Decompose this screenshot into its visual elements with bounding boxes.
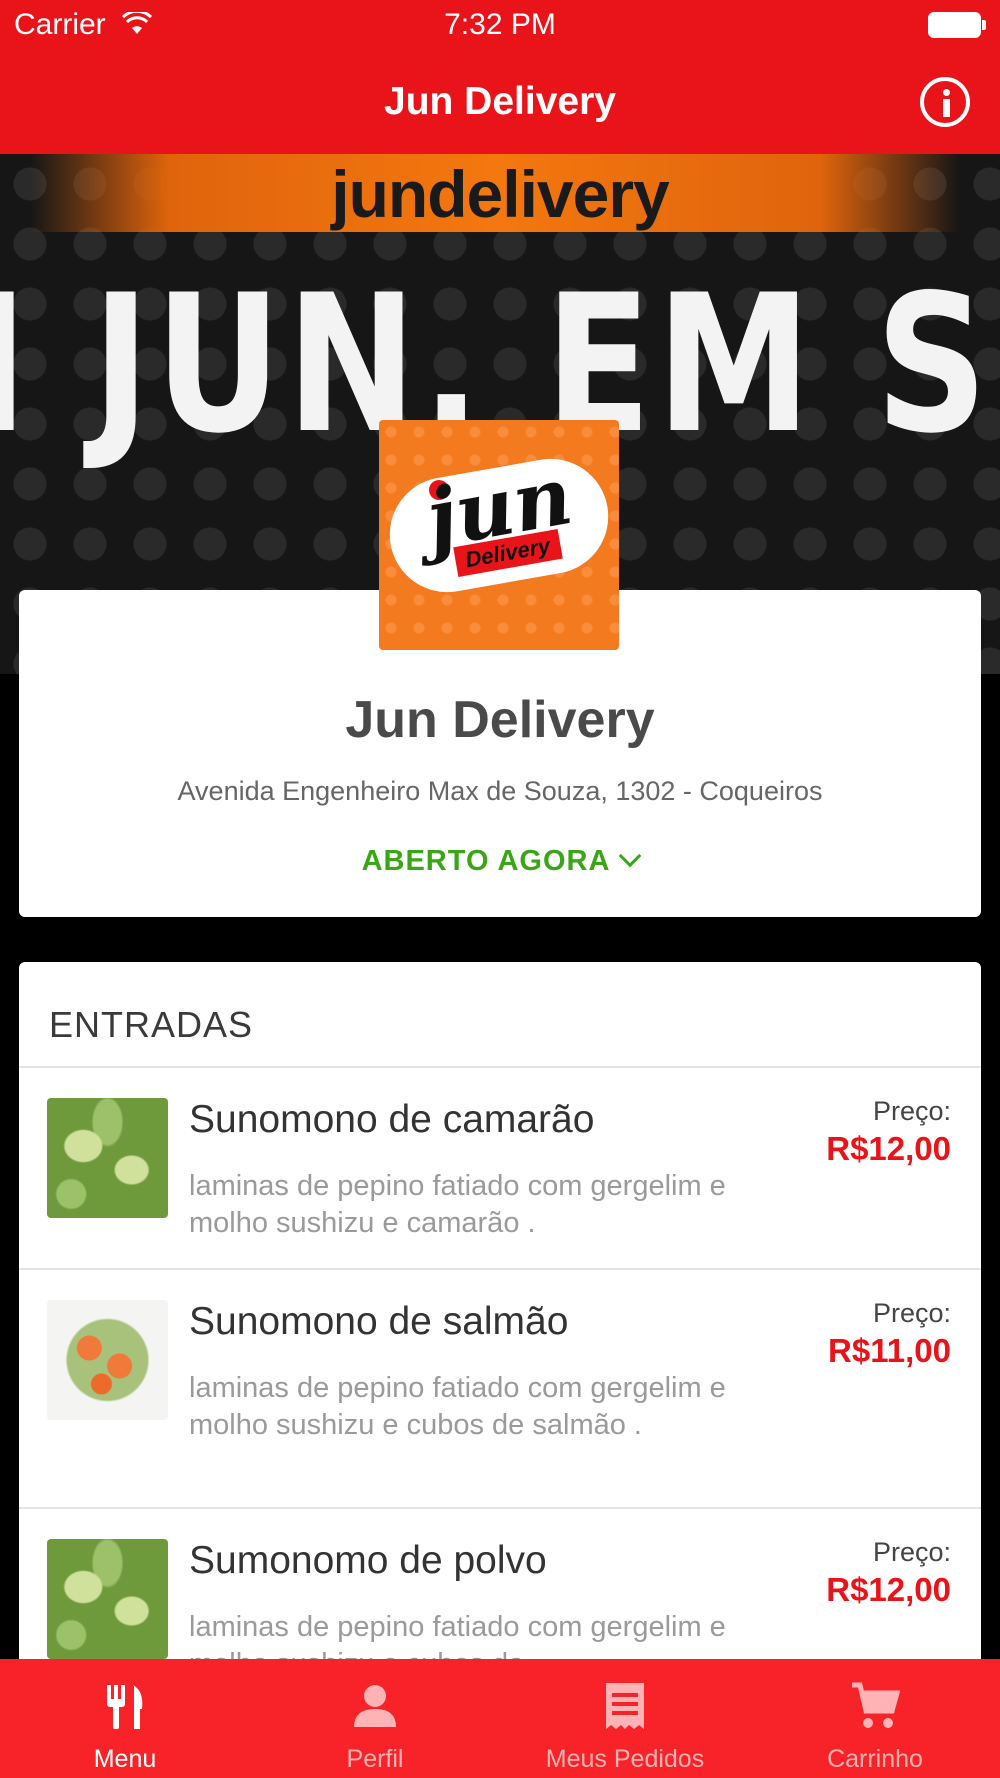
chevron-down-icon [619, 844, 642, 868]
battery-icon [928, 12, 986, 38]
price-label: Preço: [872, 1096, 951, 1126]
tab-label: Menu [93, 1745, 157, 1773]
tab-meus-pedidos[interactable]: Meus Pedidos [500, 1659, 750, 1778]
open-status-toggle[interactable]: ABERTO AGORA [19, 844, 981, 878]
item-name: Sunomono de camarão [189, 1098, 595, 1141]
tab-label: Carrinho [827, 1745, 923, 1773]
item-price: R$12,00 [826, 1130, 951, 1167]
restaurant-address: Avenida Engenheiro Max de Souza, 1302 - … [177, 776, 823, 806]
clock: 7:32 PM [444, 8, 556, 41]
section-title: ENTRADAS [49, 1004, 254, 1045]
receipt-icon [606, 1683, 644, 1729]
navigation-bar: Jun Delivery [0, 50, 1000, 154]
restaurant-logo: jun Delivery [379, 420, 619, 650]
menu-item[interactable]: Sunomono de salmão laminas de pepino fat… [19, 1270, 981, 1509]
price-label: Preço: [872, 1537, 951, 1567]
banner-handle: jundelivery [331, 157, 669, 231]
menu-card: ENTRADAS Sunomono de camarão laminas de … [19, 962, 981, 1722]
open-status-label: ABERTO AGORA [361, 845, 611, 877]
tab-carrinho[interactable]: Carrinho [750, 1659, 1000, 1778]
nav-title: Jun Delivery [384, 80, 616, 123]
cart-icon [852, 1682, 900, 1728]
status-bar: Carrier 7:32 PM [0, 0, 1000, 50]
item-photo [47, 1300, 168, 1420]
tab-label: Meus Pedidos [545, 1745, 705, 1773]
item-price: R$12,00 [826, 1571, 951, 1608]
info-icon [943, 89, 950, 96]
item-photo [47, 1098, 168, 1218]
restaurant-name: Jun Delivery [345, 691, 655, 749]
item-name: Sunomono de salmão [189, 1300, 569, 1343]
price-label: Preço: [872, 1298, 951, 1328]
info-button[interactable] [920, 77, 970, 127]
item-name: Sumonomo de polvo [189, 1539, 547, 1582]
item-price: R$11,00 [828, 1332, 951, 1369]
tab-perfil[interactable]: Perfil [250, 1659, 500, 1778]
tab-bar: Menu Perfil Meus Pedidos Carrinho [0, 1659, 1000, 1778]
item-description: laminas de pepino fatiado com gergelim e… [189, 1372, 726, 1441]
tab-menu[interactable]: Menu [0, 1659, 250, 1778]
item-photo [47, 1539, 168, 1659]
person-icon [354, 1685, 396, 1727]
item-description: laminas de pepino fatiado com gergelim e… [189, 1170, 726, 1239]
fork-knife-icon [107, 1685, 143, 1729]
menu-item[interactable]: Sunomono de camarão laminas de pepino fa… [19, 1068, 981, 1270]
tab-label: Perfil [346, 1745, 404, 1773]
